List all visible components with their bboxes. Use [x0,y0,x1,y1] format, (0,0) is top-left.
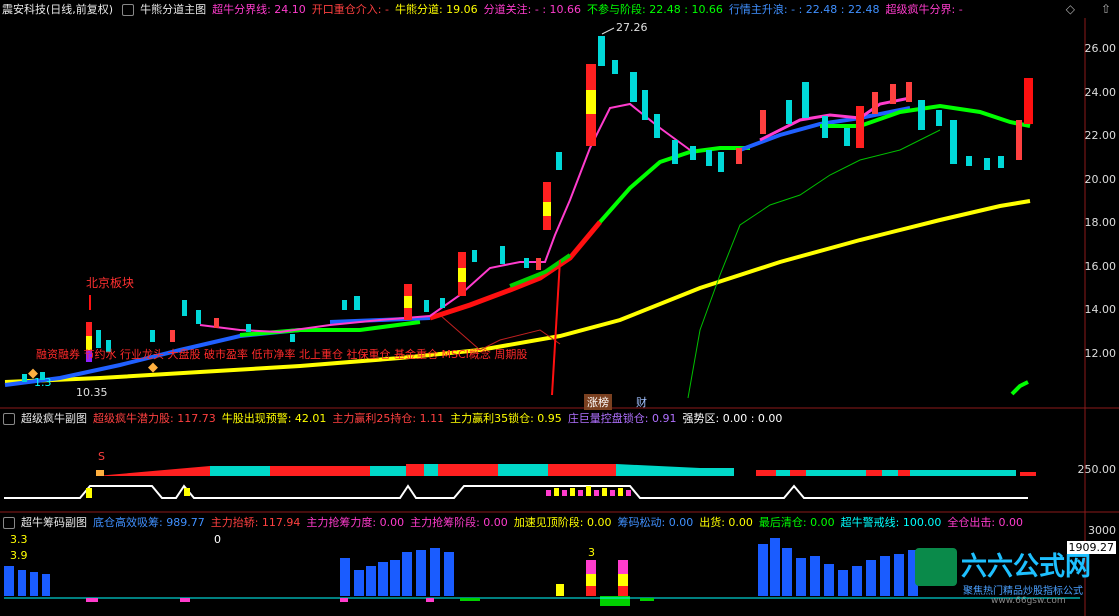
sub1-s-mark: S [98,450,105,463]
y-tick-22: 22.00 [1084,129,1117,142]
watermark-logo-icon [915,548,957,586]
main-trend-red [429,220,602,321]
sub2-val-7: 最后清仓: 0.00 [758,516,835,529]
watermark-logo: 六六公式网 聚焦热门精品炒股指标公式 www.66gsw.com [899,536,1119,616]
concept-tags: 融资融券 节约水 行业龙头 大盘股 破市盈率 低市净率 北上重仓 社保重仓 基金… [36,348,528,361]
sub2-val-9: 全仓出击: 0.00 [947,516,1024,529]
sub2-three-label: 3 [588,546,595,559]
sub2-val-2: 主力抢筹力度: 0.00 [306,516,405,529]
diamond-marker-icon-2: ◆ [148,360,158,375]
y-tick-16: 16.00 [1084,260,1117,273]
sub1-val-0: 超级疯牛潜力股: 117.73 [93,412,216,425]
sub2-val-4: 加速见顶阶段: 0.00 [513,516,612,529]
main-trend-green [239,320,421,337]
y-tick-18: 18.00 [1084,216,1117,229]
sub1-val-2: 主力赢利25持仓: 1.11 [332,412,445,425]
sub2-bars [4,538,918,596]
sub2-indicator-name[interactable]: 超牛筹码副图 [21,514,87,530]
sub2-val-6: 出货: 0.00 [699,516,753,529]
watermark-brand: 六六公式网 [961,552,1092,582]
sub1-val-3: 主力赢利35锁仓: 0.95 [450,412,562,425]
sub2-val-8: 超牛警戒线: 100.00 [840,516,942,529]
sub1-bars [4,464,1036,499]
sub2-val-5: 筹码松动: 0.00 [617,516,694,529]
beijing-sector-label: 北京板块 [86,276,135,290]
y-tick-20: 20.00 [1084,173,1117,186]
y-tick-14: 14.00 [1084,303,1117,316]
sub1-toggle-icon[interactable] [3,413,15,425]
sub2-zero-label: 0 [214,533,221,546]
sub2-left-val-0: 3.3 [10,533,28,546]
y-tick-24: 24.00 [1084,86,1117,99]
finance-badge[interactable]: 财 [636,394,647,410]
sub1-indicator-name[interactable]: 超级疯牛副图 [21,410,87,426]
y-tick-12: 12.00 [1084,347,1117,360]
sub2-header: 超牛筹码副图 底仓高效吸筹: 989.77 主力抬轿: 117.94 主力抢筹力… [0,513,1119,531]
magenta-line [199,102,691,334]
sub2-left-val-1: 3.9 [10,549,28,562]
zhangbang-badge[interactable]: 涨榜 [584,394,612,410]
sub1-y-tick: 250.00 [1077,463,1117,476]
sub1-header: 超级疯牛副图 超级疯牛潜力股: 117.73 牛股出现预警: 42.01 主力赢… [0,409,1119,427]
sub1-val-5: 强势区: 0.00 : 0.00 [682,412,783,425]
watermark-sub: 聚焦热门精品炒股指标公式 [963,586,1083,597]
sub2-val-3: 主力抢筹阶段: 0.00 [410,516,508,529]
sub1-val-4: 庄巨量控盘锁仓: 0.91 [567,412,677,425]
peak-price-label: 27.26 [616,21,648,34]
sub2-val-1: 主力抬轿: 117.94 [210,516,301,529]
sub2-val-0: 底仓高效吸筹: 989.77 [93,516,205,529]
watermark-url: www.66gsw.com [991,596,1066,606]
sub2-toggle-icon[interactable] [3,517,15,529]
split-line [687,129,941,399]
diamond-marker-icon: ◆ [28,366,38,381]
y-tick-26: 26.00 [1084,42,1117,55]
sub1-val-1: 牛股出现预警: 42.01 [221,412,327,425]
low-price-label: 10.35 [76,386,108,399]
